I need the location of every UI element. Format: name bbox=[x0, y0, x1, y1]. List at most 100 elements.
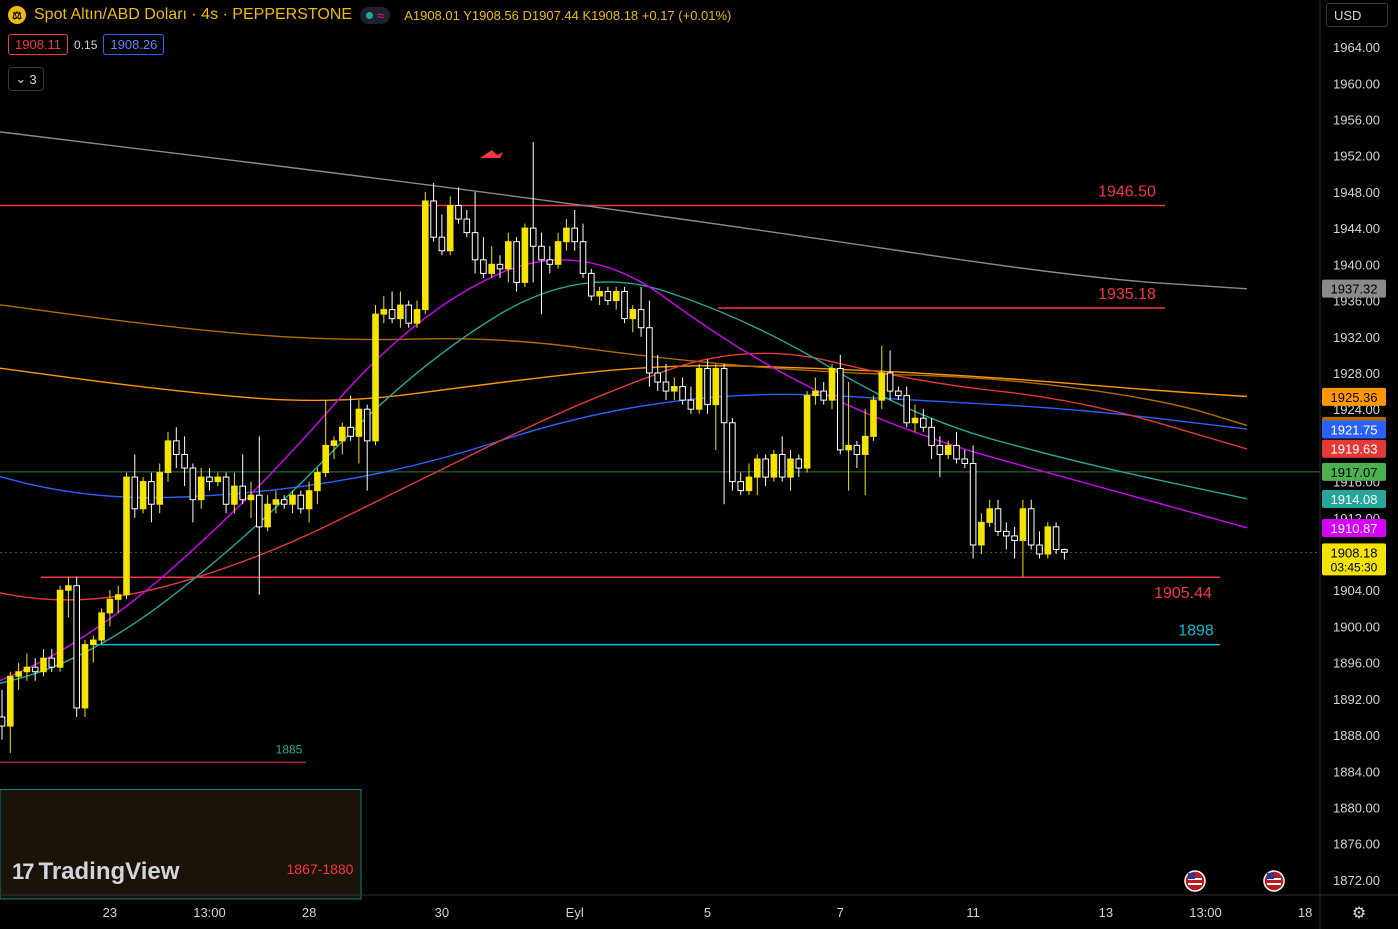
market-open-dot-icon bbox=[366, 11, 374, 19]
buy-button[interactable]: 1908.26 bbox=[103, 34, 165, 55]
candle-body bbox=[222, 476, 230, 505]
candle-body bbox=[571, 227, 579, 243]
candle[interactable] bbox=[588, 268, 595, 301]
candle-body bbox=[538, 245, 545, 261]
price-tag: 1921.75 bbox=[1322, 420, 1386, 439]
price-tag-label: 1937.32 bbox=[1331, 282, 1378, 297]
candle[interactable] bbox=[695, 363, 703, 414]
candle-body bbox=[729, 422, 736, 483]
price-tick-label: 1884.00 bbox=[1333, 764, 1380, 779]
candle[interactable] bbox=[73, 576, 81, 717]
candle[interactable] bbox=[770, 449, 778, 482]
sell-button[interactable]: 1908.11 bbox=[8, 34, 69, 55]
candle-body bbox=[438, 236, 446, 252]
symbol-title[interactable]: Spot Altın/ABD Doları · 4s · PEPPERSTONE bbox=[34, 6, 352, 24]
candle-body bbox=[372, 313, 379, 442]
candle-body bbox=[861, 435, 869, 455]
candle-body bbox=[1011, 535, 1018, 541]
candle-body bbox=[828, 367, 836, 401]
market-status[interactable]: ≈ bbox=[360, 6, 391, 24]
level-label: 1898 bbox=[1178, 623, 1214, 640]
candle-body bbox=[272, 499, 280, 505]
candle[interactable] bbox=[405, 300, 412, 328]
price-chart[interactable]: 1946.501935.181905.4418981885 1867-1880 … bbox=[0, 0, 1398, 929]
candle[interactable] bbox=[56, 585, 64, 672]
candle[interactable] bbox=[1052, 522, 1060, 555]
price-tick-label: 1948.00 bbox=[1333, 185, 1380, 200]
price-tick-label: 1888.00 bbox=[1333, 728, 1380, 743]
economic-event-icon[interactable] bbox=[1263, 870, 1285, 892]
candle-body bbox=[1027, 508, 1035, 546]
candle-body bbox=[837, 367, 844, 451]
candle-body bbox=[712, 367, 720, 406]
price-tag: 1910.87 bbox=[1322, 519, 1386, 538]
candle-body bbox=[629, 309, 637, 320]
candle[interactable] bbox=[422, 191, 429, 315]
price-tag-label: 1908.18 bbox=[1331, 545, 1378, 560]
time-tick-label: 23 bbox=[103, 905, 117, 920]
candle[interactable] bbox=[729, 418, 736, 491]
currency-select[interactable]: USD bbox=[1326, 3, 1388, 27]
candle[interactable] bbox=[139, 477, 147, 514]
candle-body bbox=[363, 408, 371, 442]
price-tag-label: 1917.07 bbox=[1331, 465, 1378, 480]
level-label: 1935.18 bbox=[1098, 286, 1156, 303]
level-label: 1905.44 bbox=[1154, 585, 1212, 602]
time-tick-label: 28 bbox=[302, 905, 316, 920]
candle-body bbox=[247, 494, 255, 501]
candle[interactable] bbox=[837, 354, 844, 455]
candle-body bbox=[173, 440, 180, 455]
candle[interactable] bbox=[123, 472, 130, 600]
candle-body bbox=[803, 395, 811, 469]
price-tick-label: 1964.00 bbox=[1333, 40, 1380, 55]
candle-body bbox=[845, 444, 852, 451]
candle[interactable] bbox=[621, 286, 628, 324]
price-tag: 1917.07 bbox=[1322, 462, 1386, 481]
candle-body bbox=[878, 372, 886, 401]
candle-body bbox=[936, 444, 944, 455]
candle-body bbox=[65, 585, 72, 591]
chevron-down-icon: ⌄ bbox=[15, 71, 27, 86]
candle[interactable] bbox=[81, 640, 89, 717]
candle-body bbox=[961, 458, 969, 465]
flag-stripe bbox=[1267, 883, 1281, 885]
flag-canton bbox=[1188, 873, 1195, 879]
candle[interactable] bbox=[98, 608, 105, 645]
candle[interactable] bbox=[521, 223, 529, 287]
candle-body bbox=[546, 259, 554, 265]
economic-event-icon[interactable] bbox=[1184, 870, 1206, 892]
candle-body bbox=[56, 589, 64, 668]
candle-body bbox=[264, 503, 271, 528]
indicators-toggle-button[interactable]: ⌄ 3 bbox=[8, 67, 44, 91]
candle-body bbox=[463, 218, 471, 234]
candle-body bbox=[239, 485, 246, 501]
candle[interactable] bbox=[803, 391, 811, 473]
candle-body bbox=[588, 272, 595, 297]
candle-body bbox=[297, 494, 305, 510]
candle-body bbox=[488, 263, 495, 274]
candle-body bbox=[770, 453, 778, 478]
tradingview-logo: 17 TradingView bbox=[12, 858, 179, 886]
candle[interactable] bbox=[1044, 522, 1052, 559]
price-tick-label: 1940.00 bbox=[1333, 257, 1380, 272]
candle[interactable] bbox=[372, 305, 379, 446]
candle-body bbox=[471, 232, 479, 261]
price-tick-label: 1960.00 bbox=[1333, 76, 1380, 91]
candle[interactable] bbox=[870, 395, 877, 441]
price-tag: 1914.08 bbox=[1322, 489, 1386, 508]
candle-body bbox=[397, 304, 404, 320]
candle-body bbox=[181, 453, 188, 469]
candle[interactable] bbox=[446, 196, 454, 256]
candle-body bbox=[455, 204, 462, 220]
time-tick-label: Eyl bbox=[566, 905, 584, 920]
price-tick-label: 1928.00 bbox=[1333, 366, 1380, 381]
candle-body bbox=[31, 666, 39, 673]
candle-body bbox=[422, 200, 429, 311]
price-tick-label: 1896.00 bbox=[1333, 656, 1380, 671]
candle-body bbox=[563, 227, 570, 243]
candle-body bbox=[48, 657, 56, 668]
flag-stripe bbox=[1188, 883, 1202, 885]
gear-icon[interactable]: ⚙ bbox=[1352, 903, 1366, 922]
candle-body bbox=[446, 204, 454, 252]
candle-body bbox=[505, 241, 512, 270]
